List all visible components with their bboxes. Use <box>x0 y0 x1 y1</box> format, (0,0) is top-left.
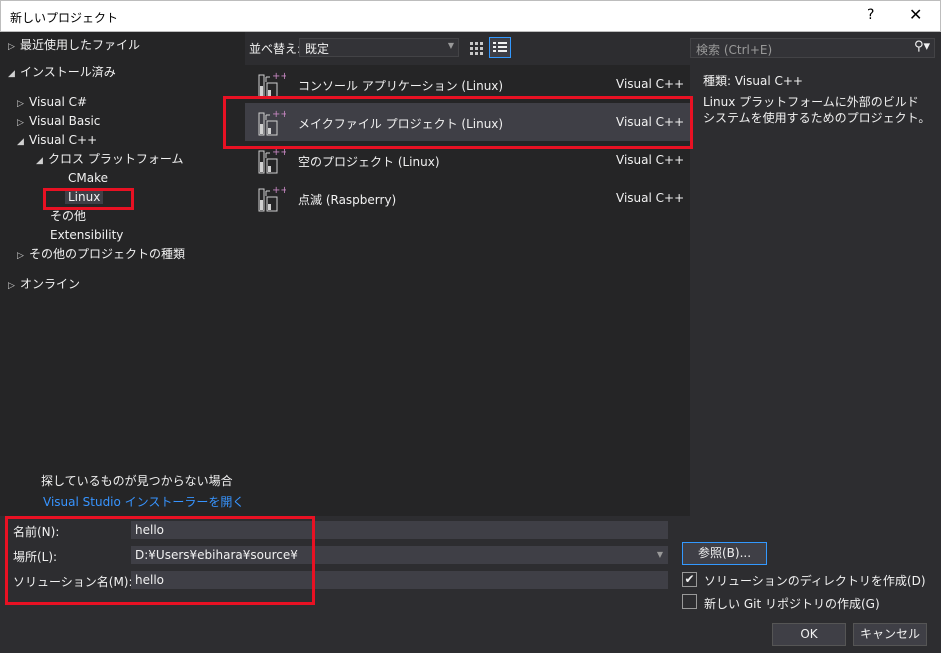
tree-item-visual-cpp[interactable]: ◢ Visual C++ <box>17 131 97 149</box>
grid-view-icon <box>470 42 483 55</box>
template-language: Visual C++ <box>616 191 685 205</box>
template-name: メイクファイル プロジェクト (Linux) <box>298 117 504 131</box>
location-value: D:¥Users¥ebihara¥source¥ <box>135 548 298 562</box>
tree-item-online[interactable]: ▷ オンライン <box>8 275 80 293</box>
cpp-linux-project-icon: ++ <box>258 185 286 212</box>
create-directory-checkbox[interactable]: ✔ <box>682 572 697 587</box>
template-item[interactable]: ++ コンソール アプリケーション (Linux) Visual C++ <box>245 65 690 103</box>
svg-text:++: ++ <box>272 109 286 120</box>
tree-item-label: CMake <box>68 171 108 185</box>
expand-icon: ▷ <box>17 99 24 109</box>
check-icon: ✔ <box>684 572 695 586</box>
location-input[interactable]: D:¥Users¥ebihara¥source¥ ▼ <box>131 546 668 564</box>
cpp-linux-project-icon: ++ <box>258 147 286 174</box>
template-name: コンソール アプリケーション (Linux) <box>298 79 504 93</box>
tree-item-label: Visual C# <box>29 95 88 109</box>
project-form: 名前(N): hello 場所(L): D:¥Users¥ebihara¥sou… <box>0 516 941 653</box>
open-installer-link[interactable]: Visual Studio インストーラーを開く <box>43 493 244 510</box>
tree-item-other[interactable]: その他 <box>50 207 86 225</box>
svg-text:++: ++ <box>272 71 286 82</box>
create-directory-label: ソリューションのディレクトリを作成(D) <box>704 574 926 588</box>
not-found-hint: 探しているものが見つからない場合 <box>41 474 233 488</box>
tree-item-label: Visual Basic <box>29 114 101 128</box>
name-label: 名前(N): <box>13 525 60 539</box>
title-bar: 新しいプロジェクト ? ✕ <box>0 0 941 32</box>
collapse-icon: ◢ <box>36 156 43 166</box>
cpp-linux-project-icon: ++ <box>258 71 286 98</box>
tree-item-label: Visual C++ <box>29 133 98 147</box>
category-tree: ▷ 最近使用したファイル ◢ インストール済み ▷ Visual C# ▷ Visual… <box>0 32 245 516</box>
tree-item-cross-platform[interactable]: ◢ クロス プラットフォーム <box>36 150 183 168</box>
chevron-down-icon: ▼ <box>447 41 454 50</box>
tree-item-label: Extensibility <box>50 228 124 242</box>
tree-item-label: クロス プラットフォーム <box>48 152 184 166</box>
ok-button[interactable]: OK <box>772 623 846 646</box>
tree-item-linux[interactable]: Linux <box>65 188 104 206</box>
expand-icon: ▷ <box>17 118 24 128</box>
tree-item-other-project-types[interactable]: ▷ その他のプロジェクトの種類 <box>17 245 185 263</box>
template-item[interactable]: ++ 空のプロジェクト (Linux) Visual C++ <box>245 141 690 179</box>
template-name: 空のプロジェクト (Linux) <box>298 155 440 169</box>
tree-item-label: その他 <box>50 209 87 223</box>
git-repo-label: 新しい Git リポジトリの作成(G) <box>704 597 880 611</box>
template-item-selected[interactable]: ++ メイクファイル プロジェクト (Linux) Visual C++ <box>245 103 690 141</box>
tree-item-cmake[interactable]: CMake <box>68 169 108 187</box>
tree-item-visual-csharp[interactable]: ▷ Visual C# <box>17 93 87 111</box>
tree-item-label: 最近使用したファイル <box>20 38 141 52</box>
tree-item-visual-basic[interactable]: ▷ Visual Basic <box>17 112 100 130</box>
svg-text:++: ++ <box>272 147 286 158</box>
template-language: Visual C++ <box>616 153 685 167</box>
search-icon[interactable]: ⚲▾ <box>914 39 930 54</box>
solution-name-input[interactable]: hello <box>131 571 668 589</box>
tree-item-label: インストール済み <box>20 65 116 79</box>
collapse-icon: ◢ <box>8 69 15 79</box>
cancel-button[interactable]: キャンセル <box>853 623 927 646</box>
template-language: Visual C++ <box>616 77 685 91</box>
expand-icon: ▷ <box>17 251 24 261</box>
sort-value: 既定 <box>305 42 330 56</box>
template-list: ++ コンソール アプリケーション (Linux) Visual C++ ++ … <box>245 65 690 516</box>
solution-name-value: hello <box>135 573 164 587</box>
close-button[interactable]: ✕ <box>909 5 922 24</box>
help-button[interactable]: ? <box>867 7 874 23</box>
tree-item-installed[interactable]: ◢ インストール済み <box>8 63 116 81</box>
sort-select[interactable]: 既定 ▼ <box>299 38 459 57</box>
tree-item-label: オンライン <box>20 277 81 291</box>
browse-button[interactable]: 参照(B)... <box>682 542 767 565</box>
expand-icon: ▷ <box>8 281 15 291</box>
cpp-linux-project-icon: ++ <box>258 109 286 136</box>
chevron-down-icon[interactable]: ▼ <box>657 547 663 563</box>
expand-icon: ▷ <box>8 42 15 52</box>
template-name: 点滅 (Raspberry) <box>298 193 397 207</box>
name-value: hello <box>135 523 164 537</box>
tree-item-recent[interactable]: ▷ 最近使用したファイル <box>8 36 140 54</box>
name-input[interactable]: hello <box>131 521 668 539</box>
tree-item-label: その他のプロジェクトの種類 <box>29 247 186 261</box>
template-type: 種類: Visual C++ <box>703 74 803 88</box>
tree-item-label: Linux <box>65 190 104 204</box>
tree-item-extensibility[interactable]: Extensibility <box>50 226 123 244</box>
template-description: Linux プラットフォームに外部のビルド システムを使用するためのプロジェクト… <box>703 95 931 125</box>
collapse-icon: ◢ <box>17 137 24 147</box>
sort-label: 並べ替え: <box>249 42 302 56</box>
list-view-icon <box>493 42 507 52</box>
list-view-button[interactable] <box>489 37 511 58</box>
svg-text:++: ++ <box>272 185 286 196</box>
location-label: 場所(L): <box>13 550 58 564</box>
template-language: Visual C++ <box>616 115 685 129</box>
grid-view-button[interactable] <box>465 37 487 58</box>
search-placeholder: 検索 (Ctrl+E) <box>696 43 773 57</box>
template-item[interactable]: ++ 点滅 (Raspberry) Visual C++ <box>245 179 690 217</box>
git-repo-checkbox[interactable] <box>682 594 697 609</box>
window-title: 新しいプロジェクト <box>10 11 119 25</box>
solution-name-label: ソリューション名(M): <box>13 575 133 589</box>
search-input[interactable]: 検索 (Ctrl+E) ⚲▾ <box>690 38 935 58</box>
